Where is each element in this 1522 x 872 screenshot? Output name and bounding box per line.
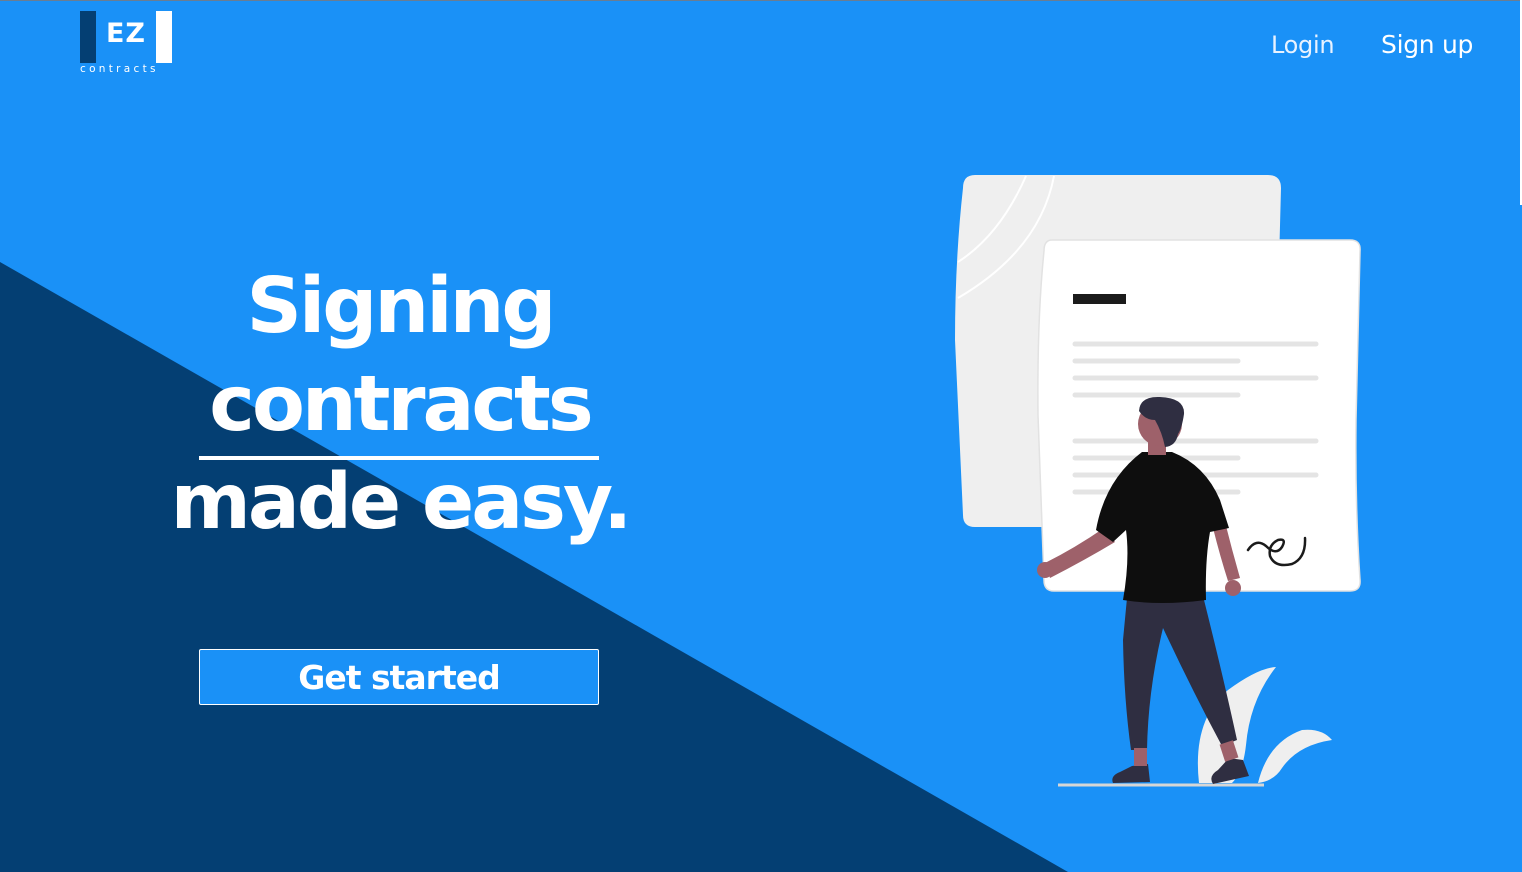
plant-leaf-2: [1258, 729, 1332, 783]
headline-line-1: Signing: [246, 262, 556, 351]
signup-link[interactable]: Sign up: [1381, 29, 1473, 61]
logo-left-bar: [80, 11, 96, 63]
logo-mark: EZ: [105, 18, 147, 49]
get-started-label: Get started: [298, 657, 500, 697]
document-heading-bar: [1073, 294, 1126, 304]
headline-line-3: made easy.: [170, 458, 633, 547]
person-signing-document-illustration: [955, 175, 1361, 787]
logo-subtitle: contracts: [80, 63, 159, 75]
hero-headline: Signing contracts made easy.: [140, 258, 660, 552]
logo-right-bar: [156, 11, 172, 63]
login-link[interactable]: Login: [1271, 29, 1335, 61]
headline-line-2: contracts: [209, 360, 593, 449]
logo[interactable]: EZ contracts: [80, 11, 175, 77]
headline-underline: [199, 456, 599, 460]
get-started-button[interactable]: Get started: [199, 649, 599, 705]
